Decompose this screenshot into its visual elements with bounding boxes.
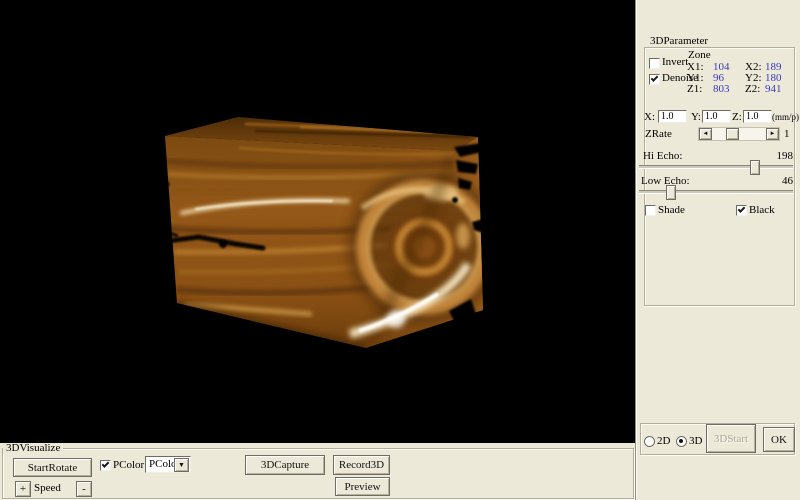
invert-checkbox[interactable] xyxy=(649,58,660,69)
z-scale-input[interactable] xyxy=(743,110,772,123)
3dstart-button[interactable]: 3DStart xyxy=(706,424,756,453)
radio-dot-icon xyxy=(679,439,683,443)
black-label: Black xyxy=(749,205,775,216)
pcolor-combobox[interactable]: PColor ▼ xyxy=(145,456,191,473)
pcolor-label: PColor xyxy=(113,460,144,471)
x-scale-input[interactable] xyxy=(658,110,687,123)
check-icon xyxy=(651,74,659,82)
zrate-label: ZRate xyxy=(645,129,672,140)
denoise-checkbox[interactable] xyxy=(649,74,660,85)
3dcapture-button[interactable]: 3DCapture xyxy=(245,455,325,475)
volume-rendering xyxy=(0,0,635,443)
low-echo-slider-track[interactable] xyxy=(639,190,793,194)
hi-echo-label: Hi Echo: xyxy=(643,151,682,162)
zrate-scroll-thumb[interactable] xyxy=(726,128,739,140)
check-icon xyxy=(102,460,110,468)
y-scale-label: Y: xyxy=(691,112,701,123)
3d-ultrasound-window: { "colors": { "panel_bg": "#ece9d8", "vi… xyxy=(0,0,800,500)
hi-echo-value: 198 xyxy=(774,151,793,162)
low-echo-value: 46 xyxy=(774,176,793,187)
mode-2d-label: 2D xyxy=(657,436,670,447)
shade-label: Shade xyxy=(658,205,685,216)
zone-z1-label: Z1: xyxy=(687,84,702,95)
z-scale-label: Z: xyxy=(732,112,742,123)
speed-label: Speed xyxy=(34,483,61,494)
black-checkbox[interactable] xyxy=(736,205,747,216)
zone-z1-value: 803 xyxy=(713,84,730,95)
low-echo-slider-thumb[interactable] xyxy=(666,185,676,200)
start-rotate-button[interactable]: StartRotate xyxy=(13,458,92,477)
zrate-scrollbar[interactable]: ◄ ► xyxy=(698,127,780,141)
visualize-toolbar: 3DVisualize StartRotate + Speed - PColor… xyxy=(0,443,635,500)
ok-button[interactable]: OK xyxy=(763,427,795,452)
mode-3d-label: 3D xyxy=(689,436,702,447)
zrate-scroll-right-button[interactable]: ► xyxy=(766,128,779,140)
combo-dropdown-arrow-icon[interactable]: ▼ xyxy=(174,458,189,472)
visualize-group-title: 3DVisualize xyxy=(3,443,63,454)
hi-echo-slider-track[interactable] xyxy=(639,165,793,169)
speed-plus-button[interactable]: + xyxy=(15,481,31,497)
shade-checkbox[interactable] xyxy=(645,205,656,216)
zrate-scroll-left-button[interactable]: ◄ xyxy=(699,128,712,140)
zrate-value: 1 xyxy=(784,129,790,140)
scale-unit-label: (mm/p) xyxy=(772,112,799,123)
preview-button[interactable]: Preview xyxy=(335,477,390,496)
mode-2d-radio[interactable] xyxy=(644,436,655,447)
parameter-group-title: 3DParameter xyxy=(647,36,711,47)
zone-z2-label: Z2: xyxy=(745,84,760,95)
hi-echo-slider-thumb[interactable] xyxy=(750,160,760,175)
zone-title: Zone xyxy=(688,50,711,61)
pcolor-checkbox[interactable] xyxy=(100,460,111,471)
invert-label: Invert xyxy=(662,57,688,68)
mode-3d-radio[interactable] xyxy=(676,436,687,447)
zone-z2-value: 941 xyxy=(765,84,782,95)
y-scale-input[interactable] xyxy=(702,110,731,123)
3d-render-viewport[interactable] xyxy=(0,0,635,443)
speed-minus-button[interactable]: - xyxy=(76,481,92,497)
record3d-button[interactable]: Record3D xyxy=(333,455,390,475)
x-scale-label: X: xyxy=(644,112,655,123)
parameter-panel: 3DParameter Invert Denoise Zone X1: 104 … xyxy=(635,0,800,500)
check-icon xyxy=(738,205,746,213)
